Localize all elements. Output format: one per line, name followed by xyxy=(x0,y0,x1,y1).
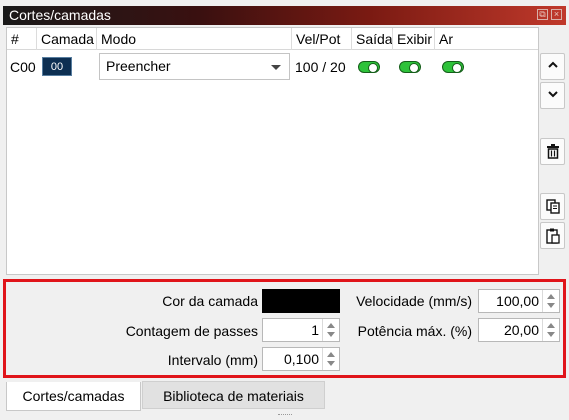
speed-stepper[interactable] xyxy=(542,290,559,312)
row-id: C00 xyxy=(10,59,36,75)
tab-material-library[interactable]: Biblioteca de materiais xyxy=(142,381,325,409)
interval-spinbox[interactable]: 0,100 xyxy=(262,347,340,371)
power-value: 20,00 xyxy=(503,322,539,338)
passes-value: 1 xyxy=(311,322,319,338)
chevron-down-icon xyxy=(271,65,281,70)
air-toggle[interactable] xyxy=(442,61,464,73)
panel-titlebar: Cortes/camadas ⧉ × xyxy=(3,6,566,25)
float-panel-icon[interactable]: ⧉ xyxy=(537,9,548,20)
close-panel-icon[interactable]: × xyxy=(551,9,562,20)
copy-icon xyxy=(545,199,560,214)
column-header-mode: Modo xyxy=(97,28,292,50)
chevron-down-icon xyxy=(547,91,558,98)
mode-select-value: Preencher xyxy=(106,58,171,74)
resize-grip[interactable] xyxy=(278,414,292,417)
column-header-speed-power: Vel/Pot xyxy=(292,28,352,50)
copy-button[interactable] xyxy=(540,193,565,220)
speed-label: Velocidade (mm/s) xyxy=(356,293,472,309)
tab-cuts-layers[interactable]: Cortes/camadas xyxy=(6,382,141,411)
layer-color-swatch[interactable]: 00 xyxy=(42,57,72,76)
column-header-number: # xyxy=(7,28,37,50)
mode-select[interactable]: Preencher xyxy=(99,53,290,80)
column-header-output: Saída xyxy=(352,28,393,50)
passes-label: Contagem de passes xyxy=(125,323,258,339)
interval-value: 0,100 xyxy=(283,351,319,367)
speed-spinbox[interactable]: 100,00 xyxy=(478,289,560,313)
move-down-button[interactable] xyxy=(540,82,565,109)
move-up-button[interactable] xyxy=(540,53,565,80)
layer-properties-panel: Cor da camada Contagem de passes 1 Inter… xyxy=(3,279,566,378)
trash-icon xyxy=(546,144,559,159)
interval-stepper[interactable] xyxy=(322,348,339,370)
show-toggle[interactable] xyxy=(399,61,421,73)
table-header: # Camada Modo Vel/Pot Saída Exibir Ar xyxy=(7,28,538,50)
column-header-show: Exibir xyxy=(393,28,435,50)
table-row[interactable]: C00 00 Preencher 100 / 20 xyxy=(7,51,538,83)
interval-label: Intervalo (mm) xyxy=(167,352,258,368)
paste-icon xyxy=(545,228,560,244)
chevron-up-icon xyxy=(547,61,558,68)
paste-button[interactable] xyxy=(540,222,565,249)
delete-button[interactable] xyxy=(540,138,565,165)
power-label: Potência máx. (%) xyxy=(357,323,472,339)
output-toggle[interactable] xyxy=(358,61,380,73)
panel-title: Cortes/camadas xyxy=(9,7,111,23)
column-header-layer: Camada xyxy=(37,28,97,50)
column-header-air: Ar xyxy=(439,31,453,47)
speed-power-value: 100 / 20 xyxy=(295,59,346,75)
layer-color-label: Cor da camada xyxy=(162,293,258,309)
speed-value: 100,00 xyxy=(496,293,539,309)
cuts-layers-table: # Camada Modo Vel/Pot Saída Exibir Ar C0… xyxy=(6,27,539,275)
power-spinbox[interactable]: 20,00 xyxy=(478,318,560,342)
power-stepper[interactable] xyxy=(542,319,559,341)
